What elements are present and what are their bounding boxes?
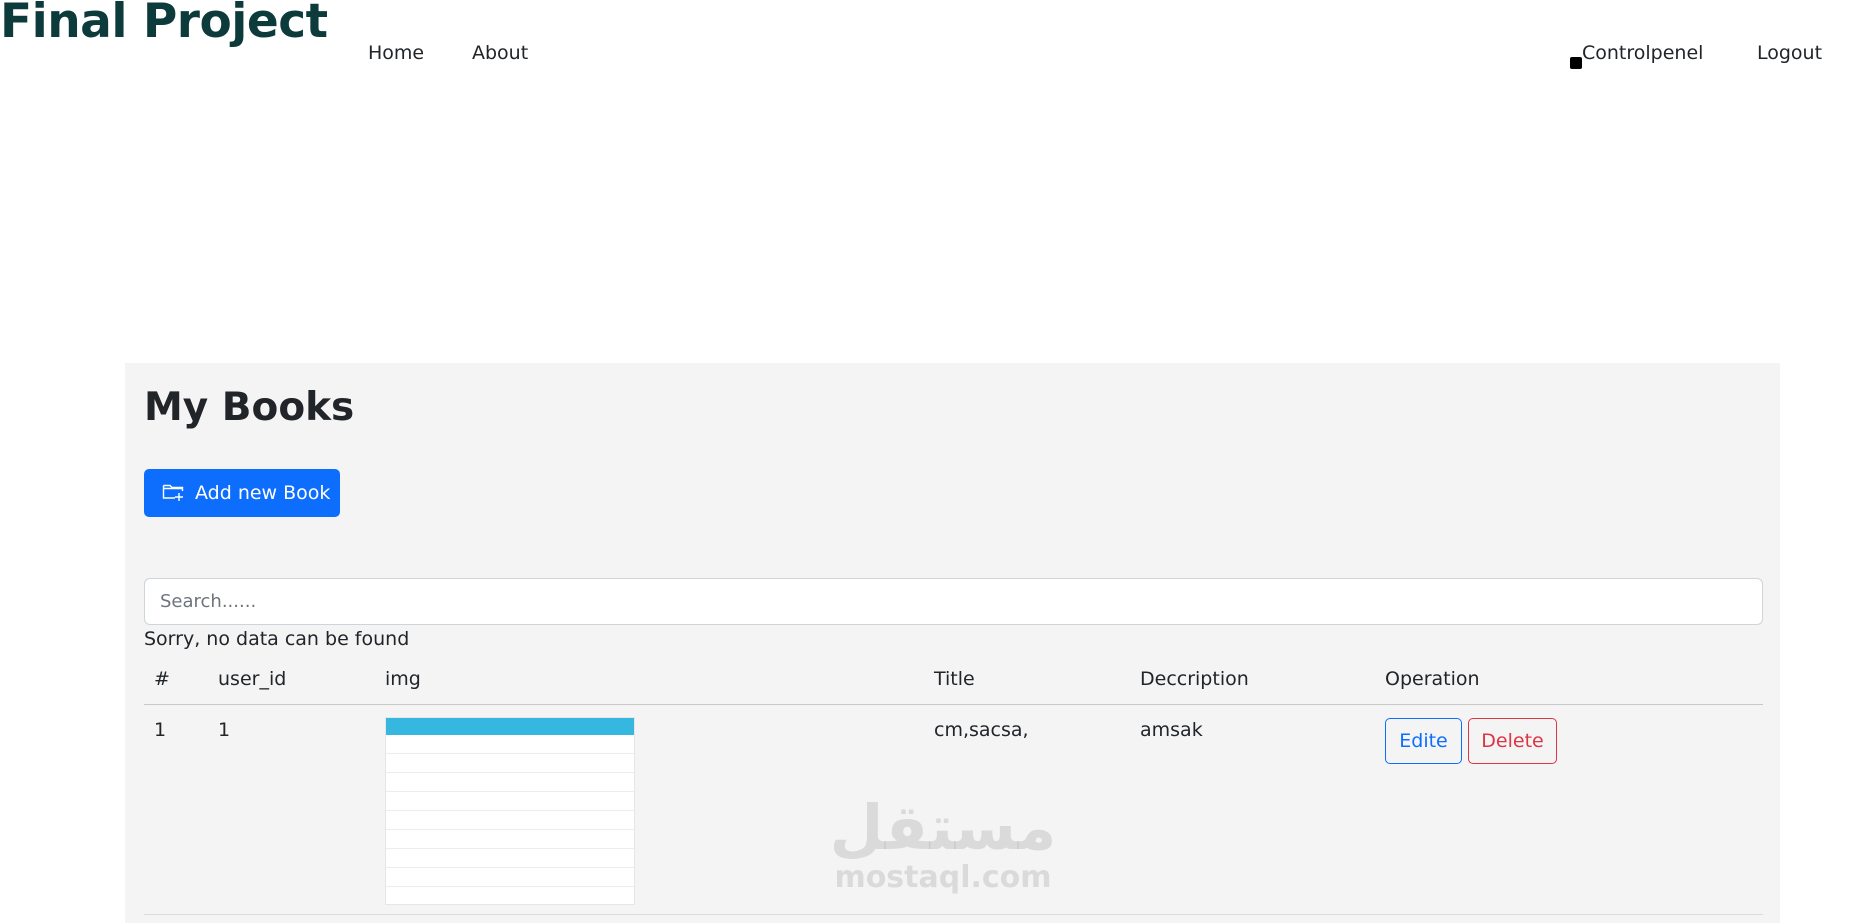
column-header-description: Deccription bbox=[1140, 668, 1249, 690]
nav-controlpanel-link[interactable]: Controlpenel bbox=[1582, 42, 1703, 64]
table-header-divider bbox=[144, 704, 1763, 705]
nav-about-link[interactable]: About bbox=[472, 42, 528, 64]
page-title: My Books bbox=[144, 385, 355, 430]
watermark-latin: mostaql.com bbox=[834, 860, 1052, 895]
column-header-index: # bbox=[154, 668, 170, 690]
empty-message: Sorry, no data can be found bbox=[144, 628, 410, 650]
square-icon bbox=[1570, 57, 1582, 69]
watermark-arabic: مستقل bbox=[829, 791, 1057, 864]
cell-index: 1 bbox=[154, 719, 167, 741]
add-book-button[interactable]: Add new Book bbox=[144, 469, 340, 517]
cell-user-id: 1 bbox=[218, 719, 231, 741]
watermark: مستقل mostaql.com bbox=[828, 795, 1058, 895]
column-header-img: img bbox=[385, 668, 421, 690]
delete-button[interactable]: Delete bbox=[1468, 718, 1557, 764]
cell-description: amsak bbox=[1140, 719, 1203, 741]
book-image bbox=[385, 717, 635, 905]
nav-home-link[interactable]: Home bbox=[368, 42, 424, 64]
add-book-label: Add new Book bbox=[195, 482, 331, 504]
table-row-divider bbox=[144, 914, 1763, 915]
brand-title[interactable]: Final Project bbox=[0, 0, 328, 49]
search-input[interactable] bbox=[144, 578, 1763, 625]
folder-plus-icon bbox=[161, 479, 185, 508]
edit-button[interactable]: Edite bbox=[1385, 718, 1462, 764]
cell-title: cm,sacsa, bbox=[934, 719, 1029, 741]
column-header-title: Title bbox=[934, 668, 975, 690]
nav-logout-link[interactable]: Logout bbox=[1757, 42, 1822, 64]
column-header-user-id: user_id bbox=[218, 668, 287, 690]
column-header-operation: Operation bbox=[1385, 668, 1480, 690]
